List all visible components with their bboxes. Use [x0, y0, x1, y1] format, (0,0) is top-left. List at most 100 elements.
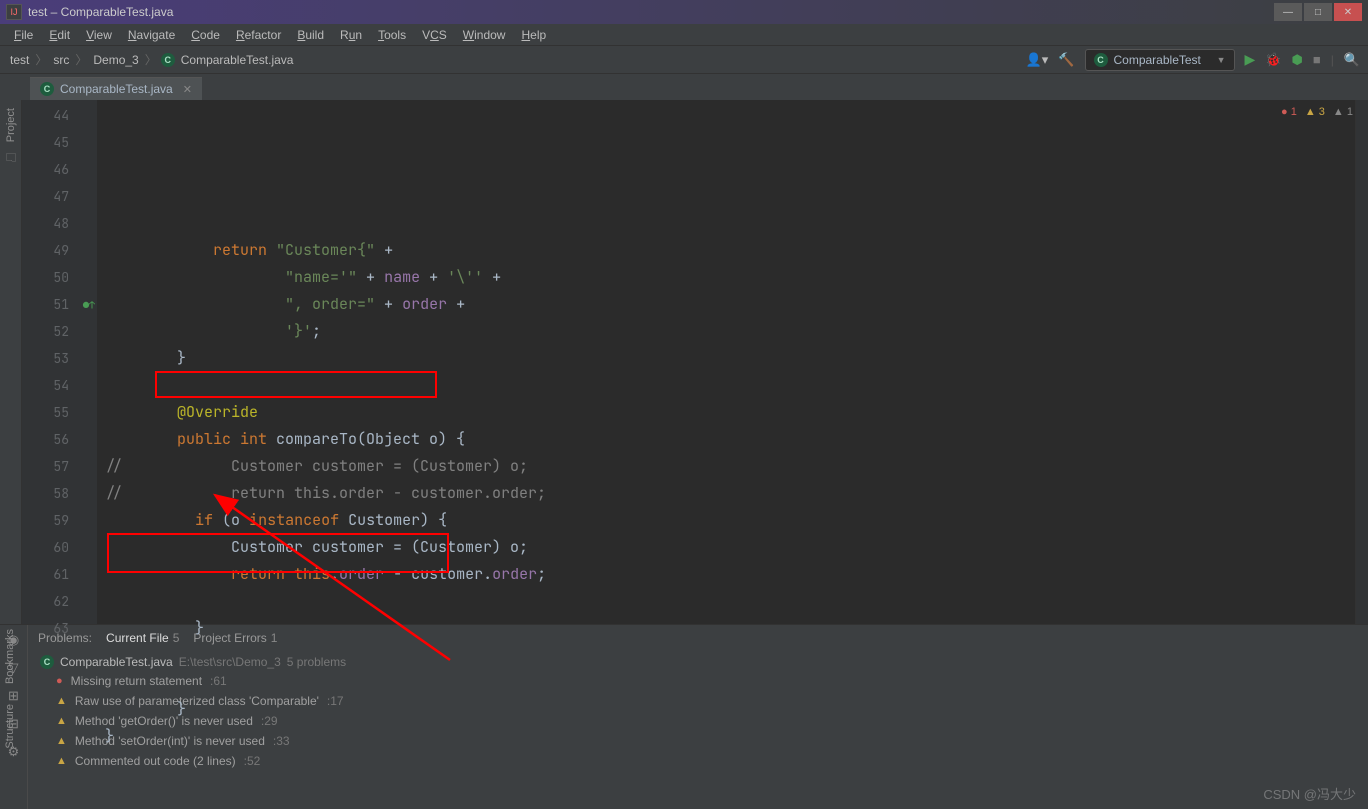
gutter-line[interactable]: 46 — [22, 156, 97, 183]
code-line[interactable]: ", order=" + order + — [105, 291, 1368, 318]
code-line[interactable]: } — [105, 723, 1368, 750]
gutter-line[interactable]: 54 — [22, 372, 97, 399]
watermark: CSDN @冯大少 — [1263, 784, 1356, 803]
gutter-line[interactable]: 57 — [22, 453, 97, 480]
class-icon: C — [40, 655, 54, 669]
code-line[interactable] — [105, 372, 1368, 399]
gutter-line[interactable]: 58 — [22, 480, 97, 507]
minimize-button[interactable]: — — [1274, 3, 1302, 21]
code-line[interactable]: return "Customer{" + — [105, 237, 1368, 264]
menu-refactor[interactable]: Refactor — [230, 26, 287, 44]
override-icon[interactable]: ●↑ — [83, 291, 95, 318]
breadcrumb: test 〉 src 〉 Demo_3 〉 C ComparableTest.j… — [8, 51, 295, 68]
breadcrumb-item[interactable]: Demo_3 — [91, 53, 140, 67]
navbar: test 〉 src 〉 Demo_3 〉 C ComparableTest.j… — [0, 46, 1368, 74]
code-line[interactable] — [105, 588, 1368, 615]
code-line[interactable] — [105, 669, 1368, 696]
gutter-line[interactable]: 59 — [22, 507, 97, 534]
gutter-line[interactable]: 49 — [22, 237, 97, 264]
gutter-line[interactable]: 51●↑ — [22, 291, 97, 318]
gutter-line[interactable]: 60 — [22, 534, 97, 561]
code-area[interactable]: return "Customer{" + "name='" + name + '… — [97, 100, 1368, 624]
breadcrumb-item[interactable]: test — [8, 53, 31, 67]
gutter-line[interactable]: 53 — [22, 345, 97, 372]
menu-view[interactable]: View — [80, 26, 118, 44]
menu-window[interactable]: Window — [457, 26, 512, 44]
error-count: ● 1 — [1281, 106, 1297, 118]
code-line[interactable]: } — [105, 696, 1368, 723]
app-icon: IJ — [6, 4, 22, 20]
build-icon[interactable]: 🔨 — [1058, 52, 1074, 68]
class-icon: C — [1094, 53, 1108, 67]
class-icon: C — [161, 53, 175, 67]
menu-navigate[interactable]: Navigate — [122, 26, 181, 44]
tool-project[interactable]: 🗀 Project — [5, 108, 17, 165]
error-stripe[interactable] — [1355, 100, 1368, 624]
gutter-line[interactable]: 47 — [22, 183, 97, 210]
warning-icon: ▲ — [56, 735, 67, 747]
debug-button[interactable]: 🐞 — [1265, 52, 1281, 68]
gutter[interactable]: 4445464748495051●↑5253545556575859606162… — [22, 100, 97, 624]
user-icon[interactable]: 👤▾ — [1026, 52, 1049, 68]
run-button[interactable]: ▶ — [1245, 51, 1256, 68]
code-line[interactable]: } — [105, 345, 1368, 372]
close-icon[interactable]: ✕ — [183, 83, 192, 96]
left-tool-stripe: 🗀 Project — [0, 100, 22, 624]
menu-vcs[interactable]: VCS — [416, 26, 453, 44]
editor-tab[interactable]: C ComparableTest.java ✕ — [30, 77, 202, 100]
error-icon: ● — [56, 675, 63, 687]
gutter-line[interactable]: 61 — [22, 561, 97, 588]
inspection-summary[interactable]: ● 1 ▲ 3 ▲ 1 — [1281, 106, 1353, 118]
code-line[interactable]: public int compareTo(Object o) { — [105, 426, 1368, 453]
code-line[interactable]: // return this.order - customer.order; — [105, 480, 1368, 507]
editor[interactable]: 4445464748495051●↑5253545556575859606162… — [22, 100, 1368, 624]
chevron-right-icon: 〉 — [143, 51, 159, 68]
tool-bookmarks[interactable]: Bookmarks — [4, 629, 16, 684]
gutter-line[interactable]: 56 — [22, 426, 97, 453]
code-line[interactable]: return this.order - customer.order; — [105, 561, 1368, 588]
gutter-line[interactable]: 52 — [22, 318, 97, 345]
search-icon[interactable]: 🔍 — [1344, 52, 1360, 68]
run-configuration-dropdown[interactable]: C ComparableTest ▼ — [1085, 49, 1235, 71]
window-title: test – ComparableTest.java — [28, 5, 173, 19]
bottom-tool-stripe: Bookmarks Structure — [0, 629, 22, 749]
gutter-line[interactable]: 44 — [22, 102, 97, 129]
menu-edit[interactable]: Edit — [43, 26, 76, 44]
code-line[interactable]: if (o instanceof Customer) { — [105, 507, 1368, 534]
stop-button[interactable]: ■ — [1313, 52, 1321, 67]
editor-tabs: C ComparableTest.java ✕ — [0, 74, 1368, 100]
menu-file[interactable]: File — [8, 26, 39, 44]
breadcrumb-item[interactable]: ComparableTest.java — [179, 53, 296, 67]
menu-tools[interactable]: Tools — [372, 26, 412, 44]
menu-run[interactable]: Run — [334, 26, 368, 44]
maximize-button[interactable]: □ — [1304, 3, 1332, 21]
code-line[interactable]: } — [105, 615, 1368, 642]
gutter-line[interactable]: 55 — [22, 399, 97, 426]
warning-icon: ▲ — [56, 715, 67, 727]
window-controls: — □ ✕ — [1274, 3, 1362, 21]
tool-structure[interactable]: Structure — [4, 704, 16, 749]
menu-code[interactable]: Code — [185, 26, 226, 44]
gutter-line[interactable]: 63 — [22, 615, 97, 642]
run-coverage-button[interactable]: ⬢ — [1291, 52, 1302, 68]
warning-count: ▲ 3 — [1305, 106, 1325, 118]
code-line[interactable]: Customer customer = (Customer) o; — [105, 534, 1368, 561]
gutter-line[interactable]: 50 — [22, 264, 97, 291]
code-line[interactable] — [105, 642, 1368, 669]
menubar: File Edit View Navigate Code Refactor Bu… — [0, 24, 1368, 46]
code-line[interactable]: @Override — [105, 399, 1368, 426]
code-line[interactable]: "name='" + name + '\'' + — [105, 264, 1368, 291]
code-line[interactable]: // Customer customer = (Customer) o; — [105, 453, 1368, 480]
gutter-line[interactable]: 62 — [22, 588, 97, 615]
chevron-right-icon: 〉 — [33, 51, 49, 68]
menu-build[interactable]: Build — [291, 26, 330, 44]
tab-label: ComparableTest.java — [60, 82, 173, 96]
close-button[interactable]: ✕ — [1334, 3, 1362, 21]
gutter-line[interactable]: 48 — [22, 210, 97, 237]
gutter-line[interactable]: 45 — [22, 129, 97, 156]
menu-help[interactable]: Help — [515, 26, 552, 44]
warning-icon: ▲ — [56, 695, 67, 707]
breadcrumb-item[interactable]: src — [51, 53, 71, 67]
code-line[interactable] — [105, 750, 1368, 777]
code-line[interactable]: '}'; — [105, 318, 1368, 345]
